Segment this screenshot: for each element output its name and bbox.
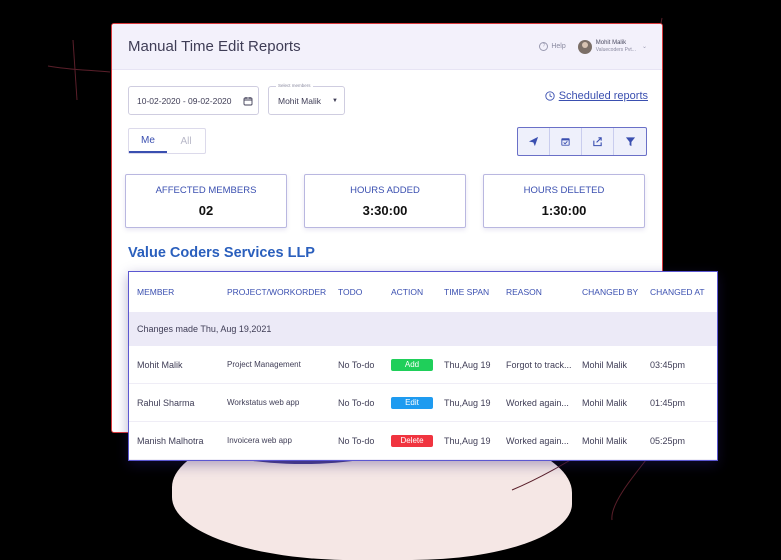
user-org: Valuecoders Pvt... <box>595 46 636 53</box>
table-row[interactable]: Mohit Malik Project Management No To-do … <box>129 346 717 384</box>
caret-down-icon: ▼ <box>332 97 338 104</box>
send-report-button[interactable] <box>518 128 550 155</box>
avatar <box>577 39 592 54</box>
stat-value: 3:30:00 <box>362 202 408 218</box>
stat-hours-added: HOURS ADDED 3:30:00 <box>304 174 466 228</box>
share-icon <box>593 137 602 147</box>
date-range-picker[interactable]: 10-02-2020 - 09-02-2020 <box>128 86 259 115</box>
table-row[interactable]: Rahul Sharma Workstatus web app No To-do… <box>129 384 717 422</box>
action-toolbar <box>517 127 647 156</box>
changed-at-cell: 05:25pm <box>650 435 686 446</box>
filter-icon <box>625 137 635 147</box>
column-header[interactable]: TODO <box>338 287 391 297</box>
help-link[interactable]: ? Help <box>539 42 566 51</box>
stat-value: 1:30:00 <box>541 202 587 218</box>
action-cell: Add <box>391 358 444 371</box>
todo-cell: No To-do <box>338 397 375 408</box>
clock-icon <box>545 91 555 101</box>
changed-at-cell: 03:45pm <box>650 359 686 370</box>
table-row[interactable]: Manish Malhotra Invoicera web app No To-… <box>129 422 717 460</box>
stat-hours-deleted: HOURS DELETED 1:30:00 <box>483 174 645 228</box>
scheduled-reports-link[interactable]: Scheduled reports <box>545 90 648 102</box>
member-select[interactable]: Select members Mohit Malik ▼ <box>268 83 345 115</box>
column-header[interactable]: PROJECT/WORKORDER <box>227 287 338 297</box>
time-span-cell: Thu,Aug 19 <box>444 435 491 446</box>
schedule-button[interactable] <box>550 128 582 155</box>
stat-value: 02 <box>198 202 214 218</box>
tab-me[interactable]: Me <box>129 129 167 153</box>
view-toggle: Me All <box>128 128 206 154</box>
changes-table: MEMBER PROJECT/WORKORDER TODO ACTION TIM… <box>128 271 718 461</box>
time-span-cell: Thu,Aug 19 <box>444 397 491 408</box>
calendar-icon <box>561 138 570 146</box>
reason-cell: Forgot to track... <box>506 359 572 370</box>
user-menu[interactable]: Mohit Malik Valuecoders Pvt... ⌄ <box>577 39 647 54</box>
changed-at-cell: 01:45pm <box>650 397 686 408</box>
reason-cell: Worked again... <box>506 435 569 446</box>
stat-label: HOURS ADDED <box>350 184 420 196</box>
project-cell: Invoicera web app <box>227 436 292 445</box>
member-select-value: Mohit Malik <box>278 95 321 106</box>
chevron-down-icon: ⌄ <box>641 44 647 50</box>
tab-all[interactable]: All <box>167 129 205 153</box>
table-header: MEMBER PROJECT/WORKORDER TODO ACTION TIM… <box>129 272 717 312</box>
action-badge-edit: Edit <box>391 396 433 409</box>
project-cell: Workstatus web app <box>227 398 300 407</box>
member-cell: Mohit Malik <box>137 359 183 370</box>
member-cell: Manish Malhotra <box>137 435 204 446</box>
column-header[interactable]: ACTION <box>391 287 444 297</box>
time-span-cell: Thu,Aug 19 <box>444 359 491 370</box>
stat-label: AFFECTED MEMBERS <box>155 184 257 196</box>
column-header[interactable]: TIME SPAN <box>444 287 506 297</box>
date-range-value: 10-02-2020 - 09-02-2020 <box>137 95 232 106</box>
stat-affected-members: AFFECTED MEMBERS 02 <box>125 174 287 228</box>
stat-label: HOURS DELETED <box>523 184 605 196</box>
top-bar: Manual Time Edit Reports ? Help Mohit Ma… <box>112 24 662 70</box>
changed-by-cell: Mohil Malik <box>582 397 628 408</box>
send-icon <box>528 136 539 147</box>
member-cell: Rahul Sharma <box>137 397 195 408</box>
project-cell: Project Management <box>227 360 301 369</box>
todo-cell: No To-do <box>338 435 375 446</box>
changed-by-cell: Mohil Malik <box>582 359 628 370</box>
export-button[interactable] <box>582 128 614 155</box>
filter-button[interactable] <box>614 128 646 155</box>
page-title: Manual Time Edit Reports <box>128 38 301 55</box>
action-badge-delete: Delete <box>391 434 433 447</box>
column-header[interactable]: MEMBER <box>129 287 227 297</box>
company-name: Value Coders Services LLP <box>128 245 315 261</box>
action-cell: Edit <box>391 396 444 409</box>
help-label: Help <box>551 43 566 50</box>
scheduled-reports-label: Scheduled reports <box>558 90 648 102</box>
column-header[interactable]: CHANGED AT <box>650 287 710 297</box>
action-cell: Delete <box>391 434 444 447</box>
member-select-label: Select members <box>276 83 313 88</box>
user-name: Mohit Malik <box>595 39 627 46</box>
column-header[interactable]: REASON <box>506 287 582 297</box>
help-icon: ? <box>539 42 549 51</box>
calendar-icon <box>243 96 253 105</box>
column-header[interactable]: CHANGED BY <box>582 287 650 297</box>
action-badge-add: Add <box>391 358 433 371</box>
changed-by-cell: Mohil Malik <box>582 435 628 446</box>
reason-cell: Worked again... <box>506 397 569 408</box>
group-row: Changes made Thu, Aug 19,2021 <box>129 312 717 346</box>
todo-cell: No To-do <box>338 359 375 370</box>
